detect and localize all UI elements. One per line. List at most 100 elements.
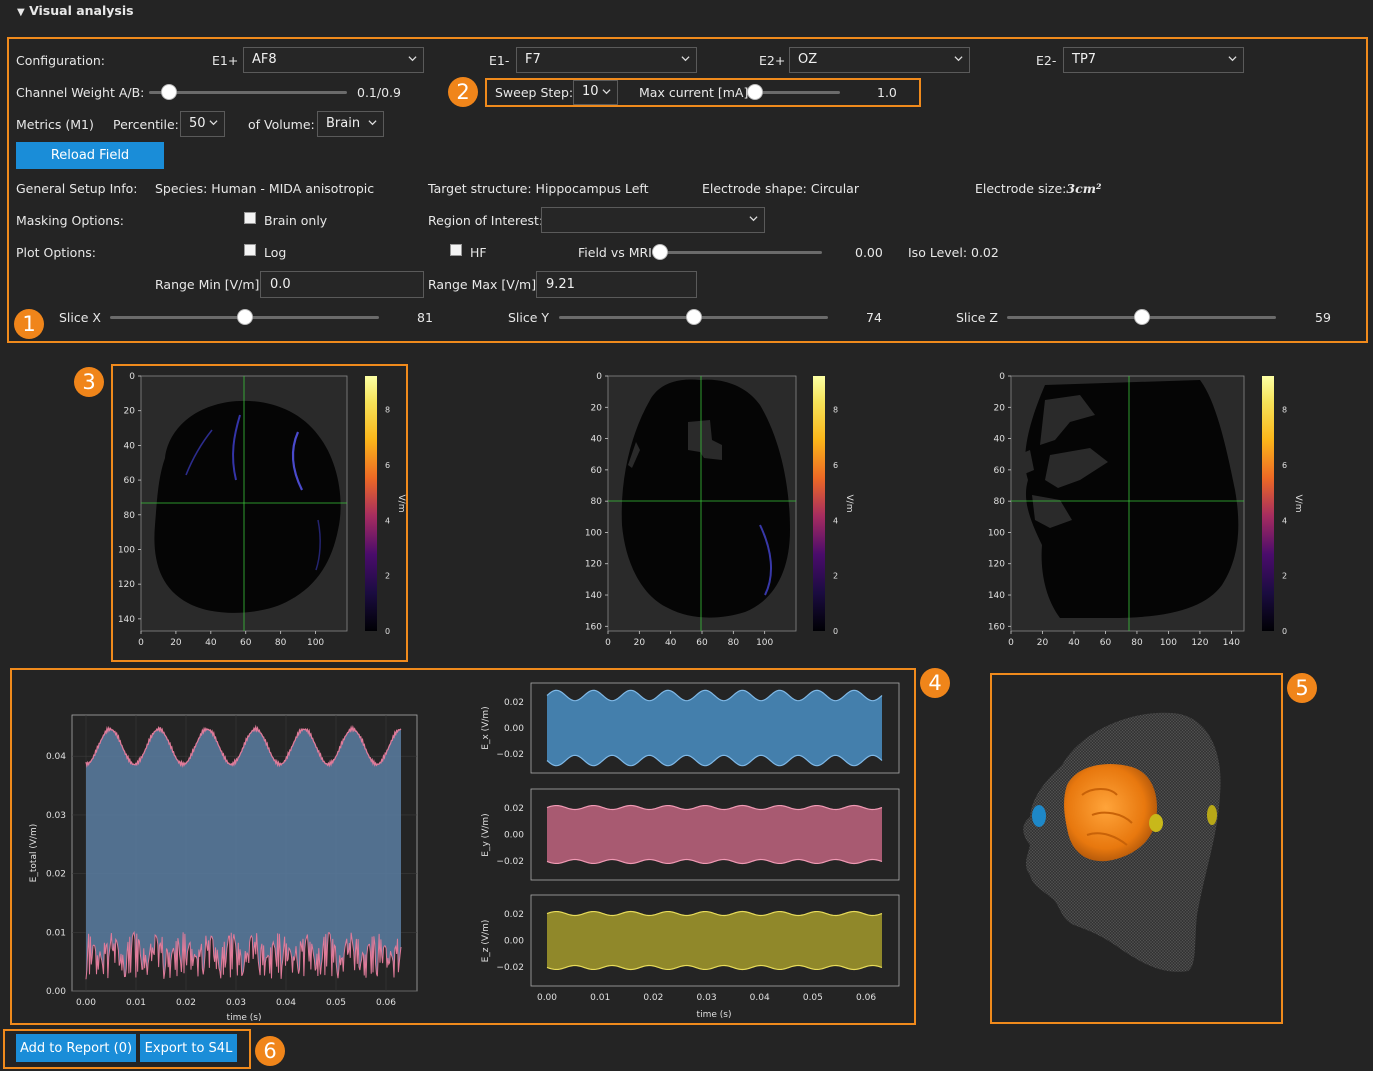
electrode-blue xyxy=(1032,805,1046,827)
add-to-report-button[interactable]: Add to Report (0) xyxy=(16,1034,136,1062)
slider-thumb[interactable] xyxy=(236,309,253,325)
y-tick-label: 140 xyxy=(585,591,602,601)
y-tick-label: 0.02 xyxy=(504,804,524,814)
x-tick-label: 80 xyxy=(1131,638,1143,648)
x-tick-label: 80 xyxy=(728,638,740,648)
e1-minus-select[interactable]: F7 xyxy=(516,47,697,73)
e1-plus-value: AF8 xyxy=(252,52,277,67)
range-min-input[interactable]: 0.0 xyxy=(260,271,424,298)
colorbar-tick-label: 2 xyxy=(1282,572,1287,581)
ez-plot: 0.02 0.00 −0.02 0.00 0.01 0.02 0.03 0.04 0.05 0.… xyxy=(481,894,900,1020)
roi-select[interactable] xyxy=(541,207,765,233)
colorbar-tick-label: 4 xyxy=(1282,516,1287,525)
slider-thumb[interactable] xyxy=(747,84,763,100)
ez-xlabel: time (s) xyxy=(697,1010,732,1020)
slider-thumb[interactable] xyxy=(652,244,668,260)
hf-label: HF xyxy=(470,245,487,260)
colorbar-tick-label: 2 xyxy=(833,572,838,581)
colorbar xyxy=(813,376,825,631)
log-checkbox[interactable] xyxy=(244,244,256,256)
setup-info-label: General Setup Info: xyxy=(16,181,138,196)
reload-field-button[interactable]: Reload Field xyxy=(16,142,164,169)
hf-checkbox[interactable] xyxy=(450,244,462,256)
percentile-select[interactable]: 50 xyxy=(180,111,225,137)
colorbar-tick-label: 8 xyxy=(385,406,390,415)
configuration-label: Configuration: xyxy=(16,53,105,68)
slider-thumb[interactable] xyxy=(685,309,702,325)
y-tick-label: 0.02 xyxy=(504,910,524,920)
y-tick-label: 80 xyxy=(124,511,136,521)
size-info: Electrode size:3cm² xyxy=(975,181,1101,196)
section-header[interactable]: ▼ Visual analysis xyxy=(17,3,134,18)
y-tick-label: 0 xyxy=(129,372,135,382)
ex-plot: 0.02 0.00 −0.02 E_x (V/m) xyxy=(481,682,900,774)
export-s4l-button[interactable]: Export to S4L xyxy=(140,1034,237,1062)
range-max-input[interactable]: 9.21 xyxy=(536,271,697,298)
roi-label: Region of Interest: xyxy=(428,213,544,228)
x-tick-label: 0.02 xyxy=(176,998,196,1008)
chevron-down-icon xyxy=(1228,56,1237,62)
e2-minus-select[interactable]: TP7 xyxy=(1063,47,1244,73)
x-tick-label: 0 xyxy=(605,638,611,648)
x-tick-label: 120 xyxy=(1191,638,1208,648)
sweep-step-select[interactable]: 10 xyxy=(573,80,618,105)
colorbar-tick-label: 6 xyxy=(385,461,390,470)
channel-weight-slider[interactable] xyxy=(149,84,347,100)
field-vs-mri-value: 0.00 xyxy=(855,245,883,260)
volume-select[interactable]: Brain xyxy=(317,111,384,137)
y-tick-label: 0.04 xyxy=(46,752,66,762)
colorbar-tick-label: 0 xyxy=(833,627,838,636)
sweep-step-label: Sweep Step: xyxy=(495,85,574,100)
slider-thumb[interactable] xyxy=(160,84,177,100)
ez-signal xyxy=(547,911,882,970)
x-tick-label: 0.05 xyxy=(326,998,346,1008)
chevron-down-icon xyxy=(209,120,218,126)
slice-x-value: 81 xyxy=(417,310,433,325)
y-tick-label: 80 xyxy=(591,497,603,507)
y-tick-label: 160 xyxy=(585,622,602,632)
slice-y-slider[interactable] xyxy=(559,309,828,325)
e2-plus-select[interactable]: OZ xyxy=(789,47,970,73)
field-vs-mri-slider[interactable] xyxy=(652,244,822,260)
x-tick-label: 140 xyxy=(1223,638,1240,648)
signal-plots: 0.000.010.020.030.04 0.00 0.01 0.02 0.03 0.0… xyxy=(29,682,900,1023)
electrode-yellow xyxy=(1149,814,1163,832)
y-tick-label: 120 xyxy=(988,560,1005,570)
badge-4: 4 xyxy=(920,668,950,698)
x-tick-label: 80 xyxy=(275,638,287,648)
y-tick-label: 40 xyxy=(124,441,136,451)
ey-ylabel: E_y (V/m) xyxy=(481,813,491,856)
plot-options-label: Plot Options: xyxy=(16,245,96,260)
percentile-value: 50 xyxy=(189,116,206,131)
shape-info: Electrode shape: Circular xyxy=(702,181,859,196)
range-min-label: Range Min [V/m] xyxy=(155,277,260,292)
head-3d-view[interactable] xyxy=(992,675,1281,1022)
log-label: Log xyxy=(264,245,287,260)
x-tick-label: 0.03 xyxy=(697,993,717,1003)
x-tick-label: 20 xyxy=(634,638,646,648)
badge-5: 5 xyxy=(1287,673,1317,703)
x-tick-label: 20 xyxy=(170,638,182,648)
etotal-plot: 0.00 0.01 0.02 0.03 0.04 0.00 0.01 0.02 0.03 0.0… xyxy=(29,714,418,1023)
x-tick-label: 100 xyxy=(1160,638,1177,648)
max-current-slider[interactable] xyxy=(747,84,840,100)
x-tick-label: 0.04 xyxy=(750,993,770,1003)
y-tick-label: 120 xyxy=(118,580,135,590)
colorbar-tick-label: 6 xyxy=(1282,461,1287,470)
colorbar-tick-label: 8 xyxy=(833,406,838,415)
y-tick-label: 20 xyxy=(124,407,136,417)
slice-y-value: 74 xyxy=(866,310,882,325)
y-tick-label: 0.00 xyxy=(46,987,66,997)
brain-only-checkbox[interactable] xyxy=(244,212,256,224)
slider-thumb[interactable] xyxy=(1133,309,1150,325)
slice-plot-z xyxy=(1010,375,1274,632)
slice-z-slider[interactable] xyxy=(1007,309,1276,325)
y-tick-label: 60 xyxy=(124,476,136,486)
badge-2: 2 xyxy=(448,77,478,107)
e1-plus-select[interactable]: AF8 xyxy=(243,47,424,73)
y-tick-label: 0.00 xyxy=(504,831,524,841)
x-tick-label: 0.02 xyxy=(643,993,663,1003)
badge-1: 1 xyxy=(14,309,44,339)
slice-x-slider[interactable] xyxy=(110,309,379,325)
y-tick-label: 40 xyxy=(591,435,603,445)
